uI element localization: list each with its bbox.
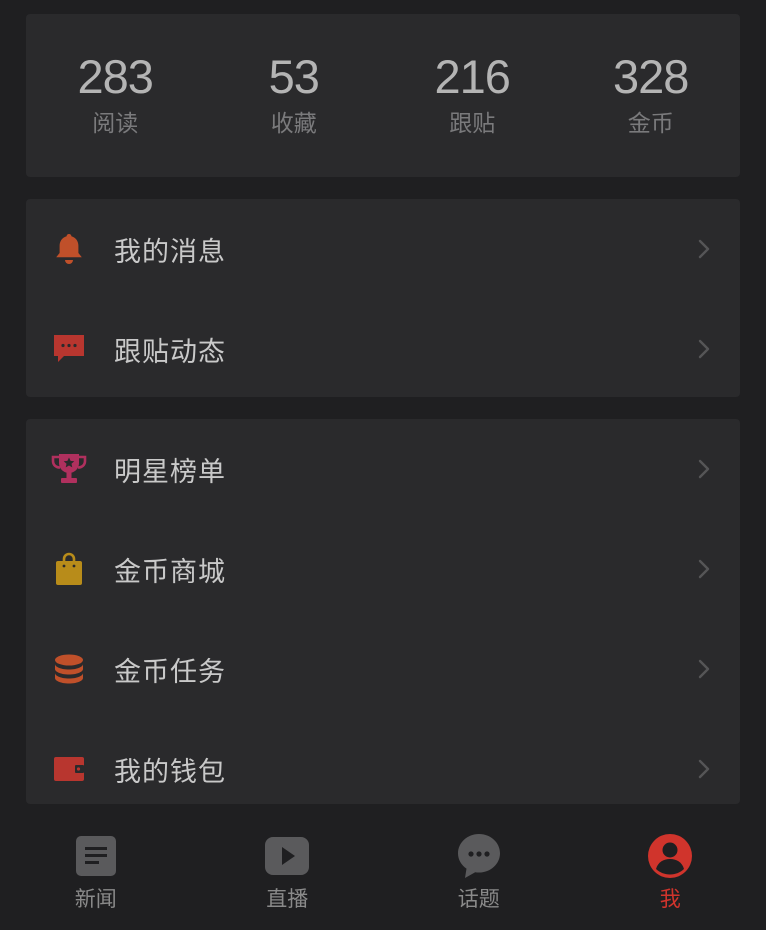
stat-favorites[interactable]: 53 收藏: [205, 14, 384, 177]
menu-item-my-messages[interactable]: 我的消息: [26, 199, 740, 299]
user-icon: [646, 832, 694, 880]
tab-news[interactable]: 新闻: [0, 818, 192, 930]
tab-topics[interactable]: 话题: [383, 818, 575, 930]
chevron-right-icon: [698, 239, 710, 259]
chat-bubble-icon: [455, 832, 503, 880]
trophy-icon: [50, 450, 88, 488]
coin-stack-icon: [50, 650, 88, 688]
stat-value: 53: [268, 50, 320, 103]
menu-card-services: 明星榜单 金币商城 金币任务 我的钱包: [26, 419, 740, 804]
chevron-right-icon: [698, 559, 710, 579]
bottom-tab-bar: 新闻 直播 话题 我: [0, 818, 766, 930]
chevron-right-icon: [698, 339, 710, 359]
comment-icon: [50, 330, 88, 368]
stat-label: 收藏: [270, 111, 317, 137]
chevron-right-icon: [698, 759, 710, 779]
shopping-bag-icon: [50, 550, 88, 588]
tab-label: 我: [659, 887, 681, 911]
wallet-icon: [50, 750, 88, 788]
profile-screen: 283 阅读 53 收藏 216 跟贴 328 金币 我的消息 跟贴动态 明星榜…: [0, 0, 766, 930]
stat-replies[interactable]: 216 跟贴: [383, 14, 562, 177]
tab-label: 直播: [266, 887, 309, 911]
menu-item-label: 明星榜单: [114, 456, 226, 488]
stat-coins[interactable]: 328 金币: [562, 14, 741, 177]
stat-label: 金币: [627, 111, 674, 137]
tab-label: 话题: [457, 887, 500, 911]
menu-item-label: 金币任务: [114, 656, 226, 688]
menu-item-reply-activity[interactable]: 跟贴动态: [26, 299, 740, 399]
stat-label: 跟贴: [449, 111, 496, 137]
stat-value: 283: [77, 50, 154, 103]
chevron-right-icon: [698, 659, 710, 679]
stat-reads[interactable]: 283 阅读: [26, 14, 205, 177]
play-icon: [263, 832, 311, 880]
bell-icon: [50, 230, 88, 268]
menu-item-label: 金币商城: [114, 556, 226, 588]
menu-item-coin-mall[interactable]: 金币商城: [26, 519, 740, 619]
stat-value: 216: [434, 50, 511, 103]
tab-live[interactable]: 直播: [192, 818, 384, 930]
chevron-right-icon: [698, 459, 710, 479]
menu-item-label: 我的消息: [114, 236, 226, 268]
menu-item-label: 跟贴动态: [114, 336, 226, 368]
menu-item-label: 我的钱包: [114, 756, 226, 788]
menu-item-coin-tasks[interactable]: 金币任务: [26, 619, 740, 719]
news-icon: [72, 832, 120, 880]
menu-item-star-ranking[interactable]: 明星榜单: [26, 419, 740, 519]
tab-label: 新闻: [74, 887, 117, 911]
menu-card-messages: 我的消息 跟贴动态: [26, 199, 740, 397]
menu-item-my-wallet[interactable]: 我的钱包: [26, 719, 740, 819]
stats-card: 283 阅读 53 收藏 216 跟贴 328 金币: [26, 14, 740, 177]
tab-me[interactable]: 我: [575, 818, 766, 930]
stat-value: 328: [613, 50, 689, 103]
stat-label: 阅读: [92, 111, 139, 137]
